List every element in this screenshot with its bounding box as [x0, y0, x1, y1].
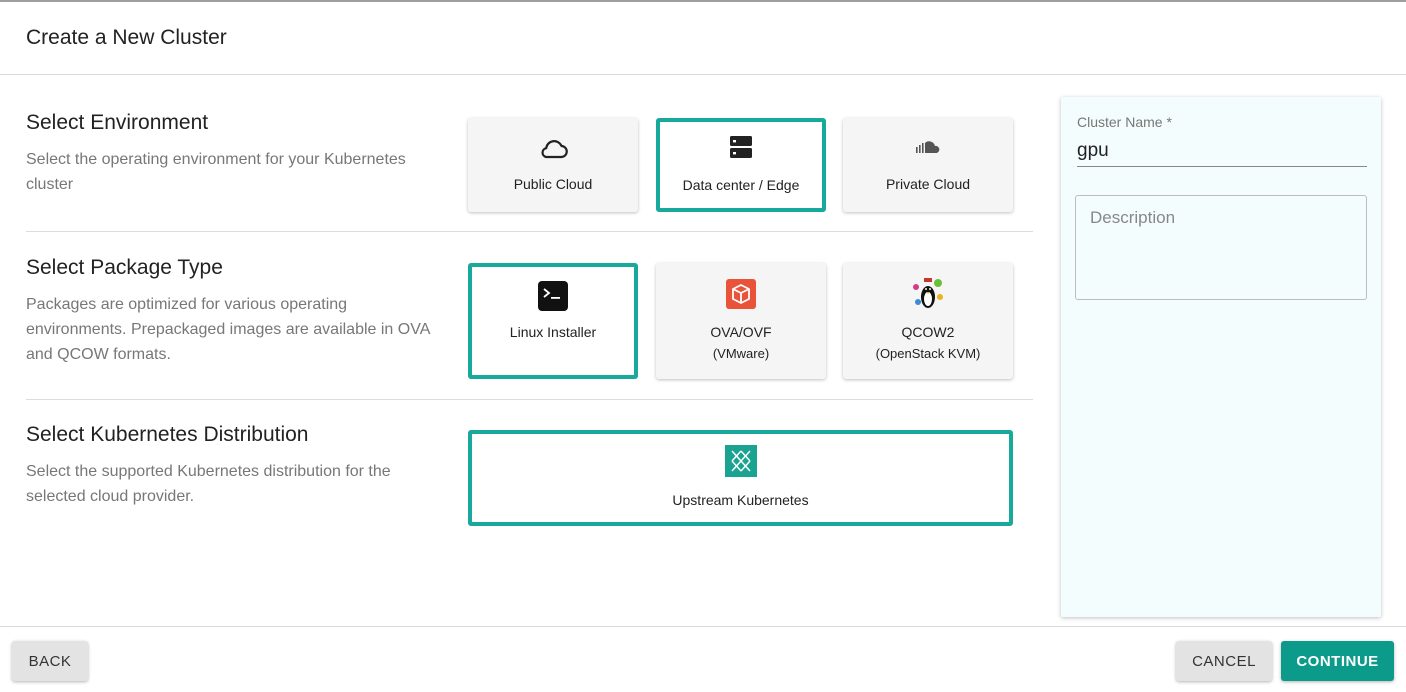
distribution-description: Select the supported Kubernetes distribu… — [26, 463, 391, 505]
terminal-icon — [537, 280, 569, 317]
package-option-label: QCOW2 — [901, 324, 955, 340]
package-option-label: Linux Installer — [509, 324, 597, 340]
distribution-option-label: Upstream Kubernetes — [672, 492, 809, 508]
dialog-footer: BACK CANCEL CONTINUE — [0, 626, 1406, 692]
environment-description: Select the operating environment for you… — [26, 151, 406, 193]
env-option-private-cloud[interactable]: Private Cloud — [843, 118, 1013, 212]
environment-title: Select Environment — [26, 111, 209, 134]
package-option-qcow2[interactable]: QCOW2 (OpenStack KVM) — [843, 263, 1013, 379]
vmware-box-icon — [726, 279, 756, 314]
cancel-button[interactable]: CANCEL — [1176, 641, 1272, 681]
cloud-outline-icon — [537, 136, 569, 165]
env-option-datacenter-edge[interactable]: Data center / Edge — [656, 118, 826, 212]
distribution-option-upstream-kubernetes[interactable]: Upstream Kubernetes — [468, 430, 1013, 526]
cluster-name-input[interactable] — [1077, 135, 1367, 167]
package-option-linux-installer[interactable]: Linux Installer — [468, 263, 638, 379]
package-description: Packages are optimized for various opera… — [26, 296, 430, 363]
create-cluster-dialog: Create a New Cluster Select Environment … — [0, 0, 1406, 692]
cluster-details-panel: Cluster Name * — [1061, 97, 1381, 617]
package-title: Select Package Type — [26, 256, 223, 279]
package-option-sublabel: (VMware) — [712, 346, 770, 361]
package-option-label: OVA/OVF — [710, 324, 772, 340]
description-textarea[interactable] — [1075, 195, 1367, 300]
package-option-sublabel: (OpenStack KVM) — [875, 346, 981, 361]
env-option-label: Private Cloud — [885, 176, 971, 192]
distribution-title: Select Kubernetes Distribution — [26, 423, 309, 446]
kubernetes-icon — [724, 445, 757, 482]
continue-button[interactable]: CONTINUE — [1281, 641, 1394, 681]
soundcloud-icon — [915, 140, 941, 159]
back-button[interactable]: BACK — [12, 641, 88, 681]
env-option-label: Data center / Edge — [682, 177, 800, 193]
env-option-label: Public Cloud — [513, 176, 593, 192]
package-option-ova-ovf[interactable]: OVA/OVF (VMware) — [656, 263, 826, 379]
server-icon — [729, 135, 753, 164]
env-option-public-cloud[interactable]: Public Cloud — [468, 118, 638, 212]
cluster-name-label: Cluster Name * — [1077, 114, 1172, 130]
kvm-penguin-icon — [911, 275, 945, 316]
